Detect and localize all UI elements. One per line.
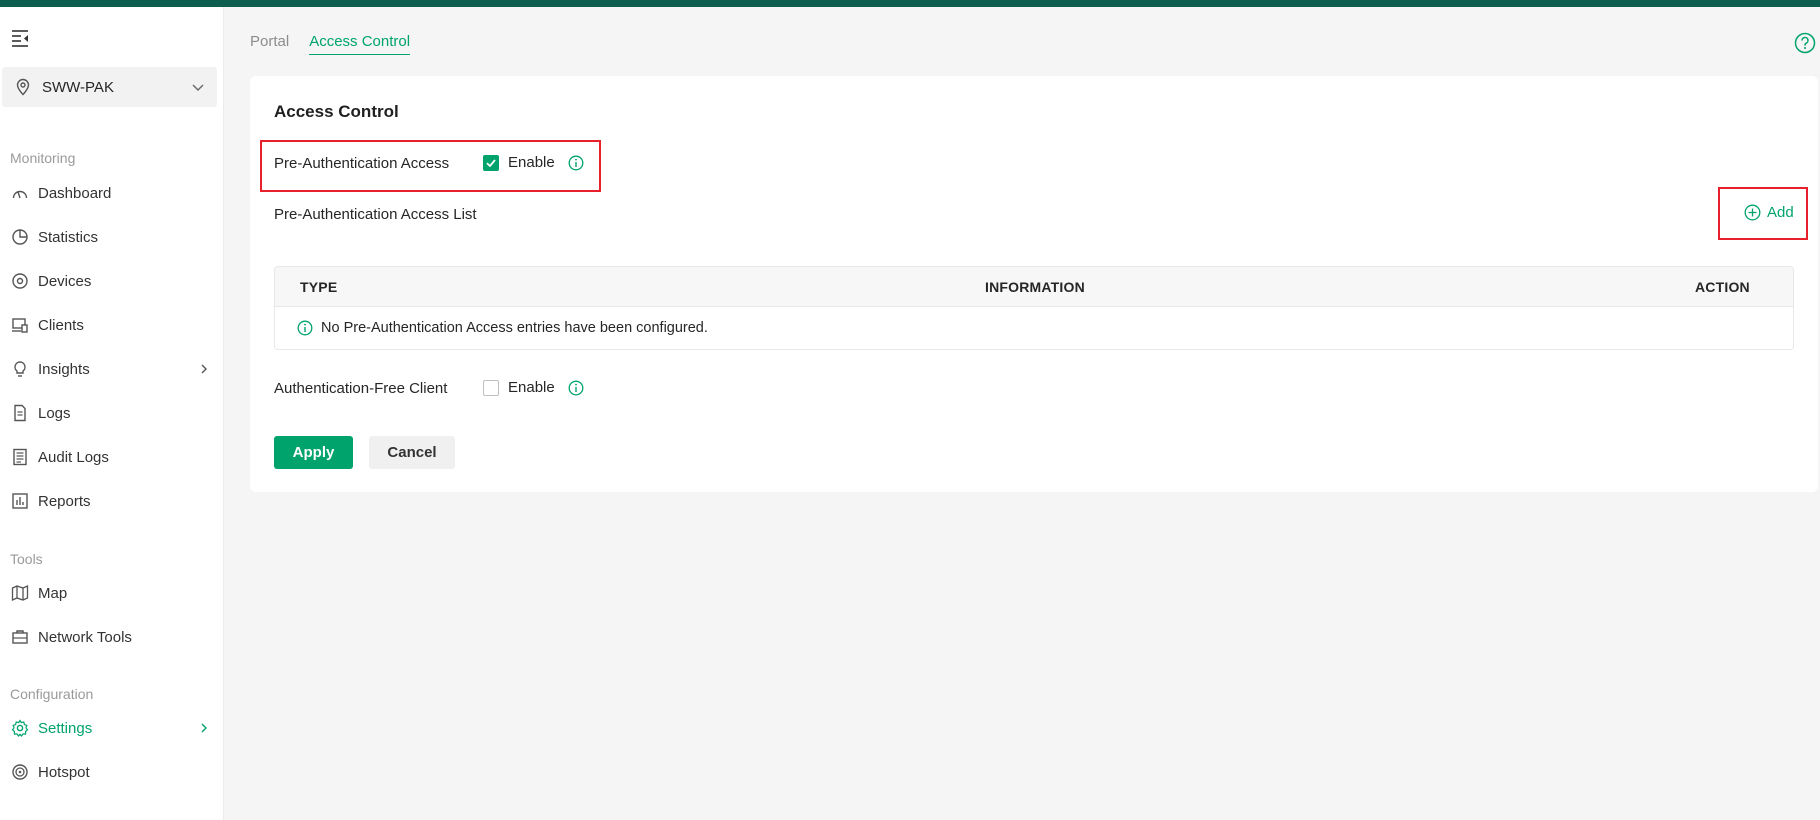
sidebar-item-network-tools[interactable]: Network Tools (0, 619, 224, 655)
sidebar-item-dashboard[interactable]: Dashboard (0, 175, 224, 211)
map-icon (10, 583, 30, 603)
sidebar-item-hotspot[interactable]: Hotspot (0, 754, 224, 790)
device-icon (10, 271, 30, 291)
add-entry-button[interactable]: Add (1744, 204, 1794, 221)
chevron-right-icon (201, 723, 207, 733)
dashboard-icon (10, 183, 30, 203)
lightbulb-icon (10, 359, 30, 379)
toolbox-icon (10, 627, 30, 647)
column-header-type: TYPE (300, 279, 338, 295)
cancel-button[interactable]: Cancel (369, 436, 455, 469)
sidebar-item-label: Dashboard (38, 184, 112, 202)
tab-access-control[interactable]: Access Control (309, 33, 411, 55)
access-control-card: Access Control Pre-Authentication Access… (250, 76, 1818, 492)
sidebar-item-label: Logs (38, 404, 71, 422)
add-label: Add (1767, 204, 1794, 221)
info-icon[interactable] (568, 155, 584, 171)
sidebar-item-label: Devices (38, 272, 92, 290)
checkbox-unchecked-icon (483, 379, 499, 396)
section-configuration: Configuration (10, 686, 94, 702)
section-tools: Tools (10, 551, 43, 567)
table-empty-row: No Pre-Authentication Access entries hav… (275, 307, 1793, 349)
audit-log-icon (10, 447, 30, 467)
checkbox-label: Enable (508, 379, 555, 396)
info-icon[interactable] (568, 380, 584, 396)
sidebar-item-label: Settings (38, 719, 93, 737)
pre-auth-access-table: TYPE INFORMATION ACTION No Pre-Authentic… (274, 266, 1794, 350)
pre-auth-enable-checkbox[interactable]: Enable (483, 154, 555, 171)
sidebar-item-statistics[interactable]: Statistics (0, 219, 224, 255)
checkbox-label: Enable (508, 154, 555, 171)
sidebar-item-map[interactable]: Map (0, 575, 224, 611)
add-circle-icon (1744, 204, 1761, 221)
chevron-down-icon (192, 84, 204, 91)
section-monitoring: Monitoring (10, 150, 76, 166)
sidebar-item-reports[interactable]: Reports (0, 483, 224, 519)
info-icon (297, 320, 313, 336)
top-accent-bar (0, 0, 1820, 7)
sidebar-item-label: Hotspot (38, 763, 90, 781)
sidebar-item-label: Map (38, 584, 68, 602)
auth-free-enable-checkbox[interactable]: Enable (483, 379, 555, 396)
sidebar-item-label: Reports (38, 492, 91, 510)
tab-portal[interactable]: Portal (250, 33, 289, 55)
sidebar-item-label: Insights (38, 360, 90, 378)
sidebar-item-label: Network Tools (38, 628, 132, 646)
page-tabs: Portal Access Control (250, 33, 411, 55)
site-name: SWW-PAK (42, 78, 114, 96)
sidebar-item-clients[interactable]: Clients (0, 307, 224, 343)
sidebar-item-label: Audit Logs (38, 448, 109, 466)
clients-icon (10, 315, 30, 335)
sidebar-item-audit-logs[interactable]: Audit Logs (0, 439, 224, 475)
hotspot-icon (10, 762, 30, 782)
auth-free-client-label: Authentication-Free Client (274, 380, 448, 397)
help-icon[interactable] (1794, 32, 1816, 54)
sidebar-item-settings[interactable]: Settings (0, 710, 224, 746)
table-header: TYPE INFORMATION ACTION (275, 267, 1793, 307)
sidebar-item-insights[interactable]: Insights (0, 351, 224, 387)
sidebar-item-logs[interactable]: Logs (0, 395, 224, 431)
collapse-menu-icon[interactable] (10, 27, 32, 47)
sidebar: SWW-PAK Monitoring Dashboard Statistics … (0, 7, 224, 820)
location-pin-icon (16, 78, 30, 96)
gear-icon (10, 718, 30, 738)
pie-chart-icon (10, 227, 30, 247)
chevron-right-icon (201, 364, 207, 374)
column-header-information: INFORMATION (985, 279, 1085, 295)
column-header-action: ACTION (1695, 279, 1750, 295)
checkbox-checked-icon (483, 154, 499, 171)
apply-button[interactable]: Apply (274, 436, 353, 469)
pre-auth-list-label: Pre-Authentication Access List (274, 206, 477, 223)
sidebar-item-devices[interactable]: Devices (0, 263, 224, 299)
empty-message: No Pre-Authentication Access entries hav… (321, 320, 708, 336)
bar-chart-icon (10, 491, 30, 511)
site-selector[interactable]: SWW-PAK (2, 67, 217, 107)
document-icon (10, 403, 30, 423)
page-title: Access Control (274, 102, 399, 121)
sidebar-item-label: Statistics (38, 228, 99, 246)
sidebar-item-label: Clients (38, 316, 84, 334)
pre-auth-access-label: Pre-Authentication Access (274, 155, 450, 172)
